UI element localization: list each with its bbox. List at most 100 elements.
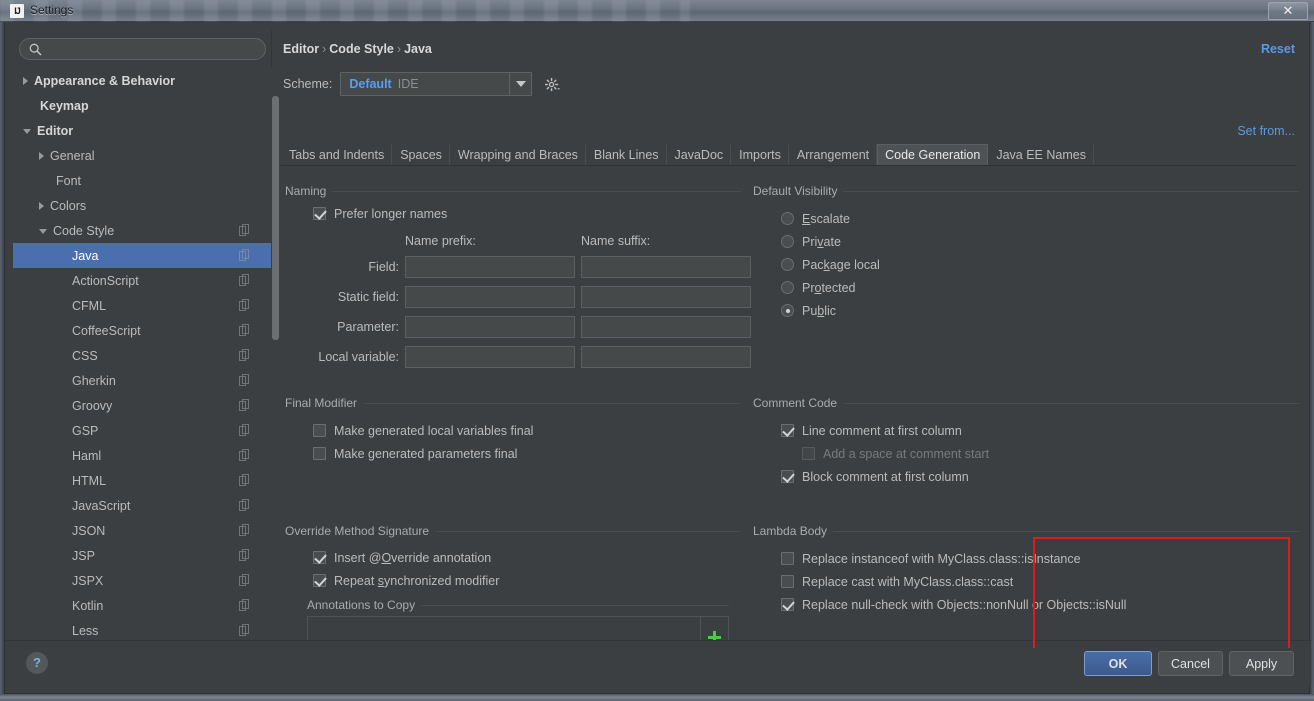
local-variable-prefix-input[interactable] — [405, 346, 575, 368]
search-icon — [29, 43, 42, 56]
sidebar-item-gherkin[interactable]: Gherkin — [13, 368, 272, 393]
reset-link[interactable]: Reset — [1261, 42, 1295, 56]
sidebar-item-label: Appearance & Behavior — [34, 73, 176, 88]
visibility-radio-protected[interactable]: Protected — [781, 276, 1299, 299]
tab-imports[interactable]: Imports — [731, 144, 789, 165]
tab-tabs-and-indents[interactable]: Tabs and Indents — [281, 144, 393, 165]
visibility-radio-label: Escalate — [802, 211, 850, 226]
visibility-radio-escalate[interactable]: Escalate — [781, 207, 1299, 230]
comment-code-checkbox-0[interactable]: Line comment at first column — [781, 419, 1299, 442]
ok-button[interactable]: OK — [1084, 651, 1152, 676]
lambda-body-checkbox-2[interactable]: Replace null-check with Objects::nonNull… — [781, 593, 1299, 616]
sidebar-item-keymap[interactable]: Keymap — [13, 93, 272, 118]
lambda-body-group: Lambda Body Replace instanceof with MyCl… — [753, 524, 1299, 634]
default-visibility-options[interactable]: Escalate Private Package local Protected Pub… — [753, 202, 1299, 322]
breadcrumb-item: Code Style — [329, 42, 394, 56]
sidebar-item-jspx[interactable]: JSPX — [13, 568, 272, 593]
visibility-radio-public[interactable]: Public — [781, 299, 1299, 322]
settings-dialog: Appearance & Behavior Keymap Editor General… — [4, 22, 1311, 694]
intellij-idea-icon: IJ — [10, 4, 24, 18]
sidebar-item-jsp[interactable]: JSP — [13, 543, 272, 568]
lambda-body-checkbox-1[interactable]: Replace cast with MyClass.class::cast — [781, 570, 1299, 593]
static-field-prefix-input[interactable] — [405, 286, 575, 308]
sidebar-item-cfml[interactable]: CFML — [13, 293, 272, 318]
search-input[interactable] — [48, 41, 258, 58]
checkbox-indicator — [781, 575, 794, 588]
static-field-suffix-input[interactable] — [581, 286, 751, 308]
comment-code-checkbox-2[interactable]: Block comment at first column — [781, 465, 1299, 488]
cancel-button[interactable]: Cancel — [1158, 651, 1223, 676]
help-button[interactable]: ? — [26, 652, 48, 674]
sidebar-item-editor[interactable]: Editor — [13, 118, 272, 143]
sidebar-item-groovy[interactable]: Groovy — [13, 393, 272, 418]
tab-java-ee-names[interactable]: Java EE Names — [988, 144, 1094, 165]
copy-scheme-icon — [239, 274, 249, 286]
final-modifier-options[interactable]: Make generated local variables final Make… — [285, 414, 741, 465]
comment-code-label: Line comment at first column — [802, 423, 962, 438]
sidebar-item-java[interactable]: Java — [13, 243, 272, 268]
override-method-signature-group-title: Override Method Signature — [285, 524, 436, 538]
sidebar-item-javascript[interactable]: JavaScript — [13, 493, 272, 518]
breadcrumb-separator: › — [322, 42, 327, 56]
search-box[interactable] — [19, 38, 266, 60]
local-variable-suffix-input[interactable] — [581, 346, 751, 368]
sidebar-item-appearance-behavior[interactable]: Appearance & Behavior — [13, 68, 272, 93]
comment-code-options[interactable]: Line comment at first column Add a space … — [753, 414, 1299, 488]
final-modifier-checkbox-0[interactable]: Make generated local variables final — [313, 419, 741, 442]
sidebar-item-font[interactable]: Font — [13, 168, 272, 193]
comment-code-label: Block comment at first column — [802, 469, 969, 484]
checkbox-indicator — [313, 424, 326, 437]
comment-code-checkbox-1: Add a space at comment start — [802, 442, 1299, 465]
override-checkbox-0[interactable]: Insert @Override annotation — [313, 546, 741, 569]
override-checkbox-1[interactable]: Repeat synchronized modifier — [313, 569, 741, 592]
sidebar-item-json[interactable]: JSON — [13, 518, 272, 543]
sidebar-item-coffeescript[interactable]: CoffeeScript — [13, 318, 272, 343]
settings-tabs[interactable]: Tabs and Indents Spaces Wrapping and Brace… — [281, 144, 1297, 166]
tab-javadoc[interactable]: JavaDoc — [667, 144, 732, 165]
chevron-down-icon[interactable] — [23, 129, 31, 134]
scheme-combobox[interactable]: Default IDE — [340, 72, 533, 96]
tab-wrapping-and-braces[interactable]: Wrapping and Braces — [450, 144, 586, 165]
apply-button[interactable]: Apply — [1229, 651, 1294, 676]
chevron-down-icon[interactable] — [509, 73, 531, 95]
window-border-bottom — [0, 694, 1314, 701]
sidebar-item-label: Less — [72, 623, 99, 638]
sidebar-item-html[interactable]: HTML — [13, 468, 272, 493]
parameter-suffix-input[interactable] — [581, 316, 751, 338]
window-title: Settings — [30, 3, 74, 17]
sidebar-item-haml[interactable]: Haml — [13, 443, 272, 468]
sidebar-item-css[interactable]: CSS — [13, 343, 272, 368]
sidebar-item-gsp[interactable]: GSP — [13, 418, 272, 443]
settings-window: IJ Settings ✕ Appearance & Behavior Keyma… — [0, 0, 1314, 701]
sidebar-item-colors[interactable]: Colors — [13, 193, 272, 218]
sidebar-item-general[interactable]: General — [13, 143, 272, 168]
lambda-body-options[interactable]: Replace instanceof with MyClass.class::i… — [753, 542, 1299, 616]
field-prefix-input[interactable] — [405, 256, 575, 278]
prefer-longer-names-checkbox[interactable]: Prefer longer names — [313, 202, 741, 225]
chevron-down-icon[interactable] — [39, 229, 47, 234]
parameter-prefix-input[interactable] — [405, 316, 575, 338]
gear-icon[interactable] — [542, 74, 562, 94]
final-modifier-checkbox-1[interactable]: Make generated parameters final — [313, 442, 741, 465]
tab-blank-lines[interactable]: Blank Lines — [586, 144, 667, 165]
visibility-radio-package-local[interactable]: Package local — [781, 253, 1299, 276]
titlebar-blurred-backdrop — [0, 0, 690, 22]
close-icon[interactable]: ✕ — [1268, 2, 1308, 20]
sidebar-item-actionscript[interactable]: ActionScript — [13, 268, 272, 293]
tab-spaces[interactable]: Spaces — [392, 144, 450, 165]
settings-tree[interactable]: Appearance & Behavior Keymap Editor General… — [13, 68, 272, 648]
override-method-options[interactable]: Insert @Override annotation Repeat synchr… — [285, 542, 741, 592]
chevron-right-icon[interactable] — [23, 76, 28, 85]
lambda-body-checkbox-0[interactable]: Replace instanceof with MyClass.class::i… — [781, 547, 1299, 570]
final-modifier-label: Make generated parameters final — [334, 446, 518, 461]
field-suffix-input[interactable] — [581, 256, 751, 278]
set-from-link[interactable]: Set from... — [1237, 124, 1295, 138]
visibility-radio-label: Private — [802, 234, 841, 249]
sidebar-item-code-style[interactable]: Code Style — [13, 218, 272, 243]
tab-arrangement[interactable]: Arrangement — [789, 144, 878, 165]
tab-code-generation[interactable]: Code Generation — [877, 144, 989, 165]
visibility-radio-private[interactable]: Private — [781, 230, 1299, 253]
chevron-right-icon[interactable] — [39, 201, 44, 210]
sidebar-item-kotlin[interactable]: Kotlin — [13, 593, 272, 618]
chevron-right-icon[interactable] — [39, 151, 44, 160]
